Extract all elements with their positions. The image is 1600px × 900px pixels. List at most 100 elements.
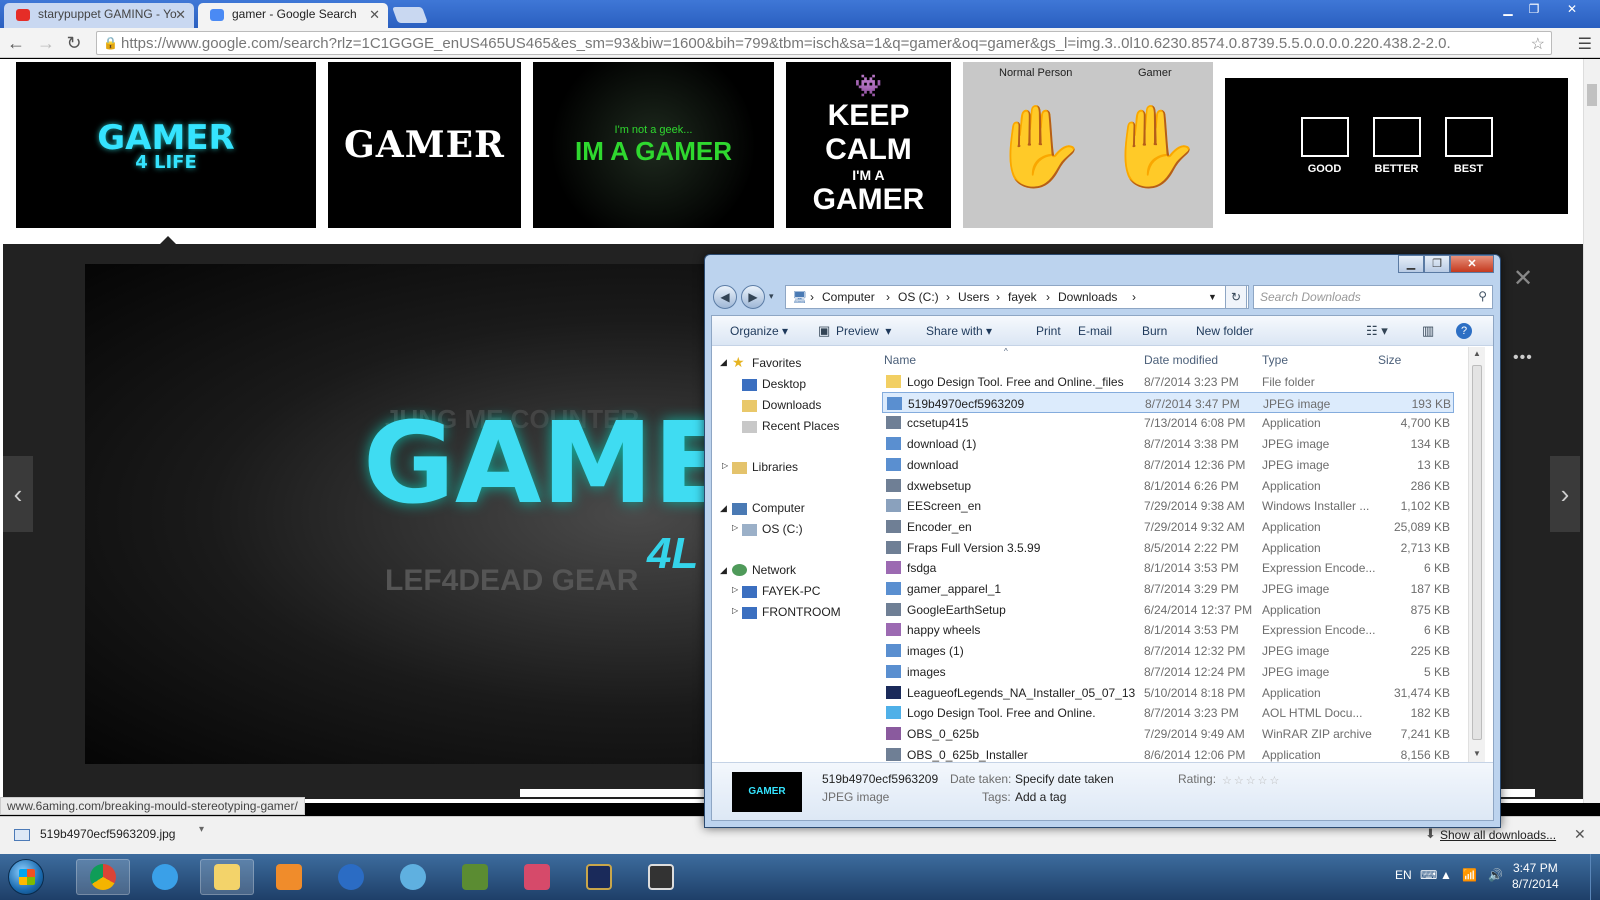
expand-arrow-icon[interactable]: ▷ — [732, 585, 738, 594]
forward-arrow-icon[interactable]: ▶ — [741, 285, 765, 309]
recent-pages-chevron-icon[interactable]: ▾ — [769, 291, 774, 302]
network-icon[interactable]: 📶 — [1462, 868, 1477, 882]
image-result-im-a-gamer[interactable]: I'm not a geek... IM A GAMER — [533, 62, 774, 228]
tree-network[interactable]: Network — [752, 563, 796, 577]
breadcrumb-downloads[interactable]: Downloads — [1058, 290, 1117, 304]
back-arrow-icon[interactable]: ◀ — [713, 285, 737, 309]
maximize-icon[interactable]: ❐ — [1424, 255, 1450, 273]
file-row[interactable]: download 8/7/2014 12:36 PM JPEG image 13 KB — [882, 454, 1454, 475]
tab-google-search[interactable]: gamer - Google Search ✕ — [198, 3, 388, 28]
close-preview-icon[interactable]: ✕ — [1513, 264, 1533, 293]
system-clock[interactable]: 3:47 PM 8/7/2014 — [1512, 860, 1559, 892]
back-arrow-icon[interactable]: ← — [6, 33, 26, 53]
file-list-scrollbar[interactable]: ▲ ▼ — [1468, 347, 1485, 762]
image-result-gamer-grunge[interactable]: GAMER — [328, 62, 521, 228]
file-row[interactable]: Logo Design Tool. Free and Online._files… — [882, 371, 1454, 392]
tree-recent-places[interactable]: Recent Places — [762, 419, 839, 433]
column-type[interactable]: Type — [1262, 353, 1288, 367]
expand-arrow-icon[interactable]: ▷ — [732, 523, 738, 532]
help-icon[interactable]: ? — [1456, 323, 1472, 339]
chevron-down-icon[interactable]: ▾ — [199, 824, 204, 835]
file-row[interactable]: fsdga 8/1/2014 3:53 PM Expression Encode..… — [882, 557, 1454, 578]
file-row[interactable]: ccsetup415 7/13/2014 6:08 PM Application 4,… — [882, 412, 1454, 433]
chevron-down-icon[interactable]: ▼ — [1208, 292, 1217, 302]
chevron-right-icon[interactable]: › — [996, 290, 1000, 304]
address-bar[interactable]: 🔒 https://www.google.com/search?rlz=1C1G… — [96, 31, 1552, 55]
start-button[interactable] — [8, 859, 44, 895]
chevron-right-icon[interactable]: › — [886, 290, 890, 304]
close-icon[interactable]: ✕ — [1450, 255, 1494, 273]
file-row[interactable]: 519b4970ecf5963209 8/7/2014 3:47 PM JPEG i… — [882, 391, 1454, 413]
tree-desktop[interactable]: Desktop — [762, 377, 806, 391]
taskbar-ie[interactable] — [138, 859, 192, 895]
language-indicator[interactable]: EN — [1395, 868, 1412, 882]
taskbar-paint[interactable] — [510, 859, 564, 895]
chevron-right-icon[interactable]: › — [1132, 290, 1136, 304]
maximize-icon[interactable]: ❐ — [1522, 2, 1546, 18]
file-row[interactable]: happy wheels 8/1/2014 3:53 PM Expression E… — [882, 619, 1454, 640]
taskbar-fraps[interactable] — [634, 859, 688, 895]
expand-arrow-icon[interactable]: ▷ — [722, 461, 728, 470]
file-row[interactable]: OBS_0_625b_Installer 8/6/2014 12:06 PM App… — [882, 744, 1454, 762]
preview-button[interactable]: Preview ▾ — [836, 324, 891, 338]
close-shelf-icon[interactable]: ✕ — [1574, 826, 1586, 843]
reload-icon[interactable]: ↻ — [64, 33, 84, 53]
tree-fayek-pc[interactable]: FAYEK-PC — [762, 584, 820, 598]
breadcrumb-computer[interactable]: Computer — [822, 290, 875, 304]
chevron-right-icon[interactable]: › — [946, 290, 950, 304]
image-result-hands[interactable]: Normal Person Gamer ✋ ✋ — [963, 62, 1213, 228]
tree-os-c[interactable]: OS (C:) — [762, 522, 803, 536]
new-tab-button[interactable] — [392, 7, 428, 23]
menu-icon[interactable]: ☰ — [1578, 34, 1592, 54]
breadcrumb-fayek[interactable]: fayek — [1008, 290, 1037, 304]
forward-arrow-icon[interactable]: → — [36, 33, 56, 53]
tree-favorites[interactable]: Favorites — [752, 356, 801, 370]
file-row[interactable]: gamer_apparel_1 8/7/2014 3:29 PM JPEG imag… — [882, 578, 1454, 599]
preview-pane-icon[interactable]: ▥ — [1422, 323, 1434, 339]
address-breadcrumb[interactable]: 🖥 › Computer › OS (C:) › Users › fayek ›… — [785, 285, 1249, 309]
share-with-button[interactable]: Share with ▾ — [926, 324, 992, 338]
expand-arrow-icon[interactable]: ◢ — [720, 357, 727, 368]
file-row[interactable]: images (1) 8/7/2014 12:32 PM JPEG image 225… — [882, 640, 1454, 661]
search-icon[interactable]: ⚲ — [1478, 289, 1487, 303]
file-row[interactable]: GoogleEarthSetup 6/24/2014 12:37 PM Applic… — [882, 599, 1454, 620]
new-folder-button[interactable]: New folder — [1196, 324, 1253, 338]
file-row[interactable]: LeagueofLegends_NA_Installer_05_07_13 5/1… — [882, 682, 1454, 703]
expand-arrow-icon[interactable]: ◢ — [720, 565, 727, 576]
details-tags-value[interactable]: Add a tag — [1015, 790, 1066, 804]
file-row[interactable]: Logo Design Tool. Free and Online. 8/7/20… — [882, 702, 1454, 723]
column-name[interactable]: Name — [884, 353, 916, 367]
column-date-modified[interactable]: Date modified — [1144, 353, 1218, 367]
file-row[interactable]: images 8/7/2014 12:24 PM JPEG image 5 KB — [882, 661, 1454, 682]
bookmark-star-icon[interactable]: ☆ — [1531, 34, 1545, 54]
close-icon[interactable]: ✕ — [175, 7, 186, 23]
scroll-thumb[interactable] — [1472, 365, 1482, 740]
show-desktop-button[interactable] — [1590, 854, 1600, 900]
chevron-right-icon[interactable]: › — [1046, 290, 1050, 304]
minimize-icon[interactable]: ▁ — [1496, 2, 1520, 18]
column-size[interactable]: Size — [1378, 353, 1401, 367]
prev-image-arrow-icon[interactable]: ‹ — [3, 456, 33, 532]
close-icon[interactable]: ✕ — [369, 7, 380, 23]
page-scrollbar[interactable] — [1583, 59, 1600, 803]
close-window-icon[interactable]: ✕ — [1560, 2, 1584, 18]
taskbar-chrome[interactable] — [76, 859, 130, 895]
breadcrumb-os-c[interactable]: OS (C:) — [898, 290, 939, 304]
file-row[interactable]: OBS_0_625b 7/29/2014 9:49 AM WinRAR ZIP ar… — [882, 723, 1454, 744]
download-item[interactable]: 519b4970ecf5963209.jpg ▾ — [8, 822, 208, 848]
tab-youtube[interactable]: starypuppet GAMING - Yo ✕ — [4, 3, 194, 28]
tree-libraries[interactable]: Libraries — [752, 460, 798, 474]
tree-computer[interactable]: Computer — [752, 501, 805, 515]
tree-downloads[interactable]: Downloads — [762, 398, 821, 412]
keyboard-icon[interactable]: ⌨ — [1420, 868, 1437, 882]
taskbar-minecraft[interactable] — [448, 859, 502, 895]
next-image-arrow-icon[interactable]: › — [1550, 456, 1580, 532]
show-hidden-icons-icon[interactable]: ▲ — [1440, 868, 1452, 882]
expand-arrow-icon[interactable]: ◢ — [720, 503, 727, 514]
file-row[interactable]: Encoder_en 7/29/2014 9:32 AM Application 25… — [882, 516, 1454, 537]
taskbar-app-blue[interactable] — [324, 859, 378, 895]
taskbar-lol[interactable] — [572, 859, 626, 895]
taskbar-media[interactable] — [262, 859, 316, 895]
minimize-icon[interactable]: ▁ — [1398, 255, 1424, 273]
refresh-icon[interactable]: ↻ — [1225, 285, 1247, 309]
